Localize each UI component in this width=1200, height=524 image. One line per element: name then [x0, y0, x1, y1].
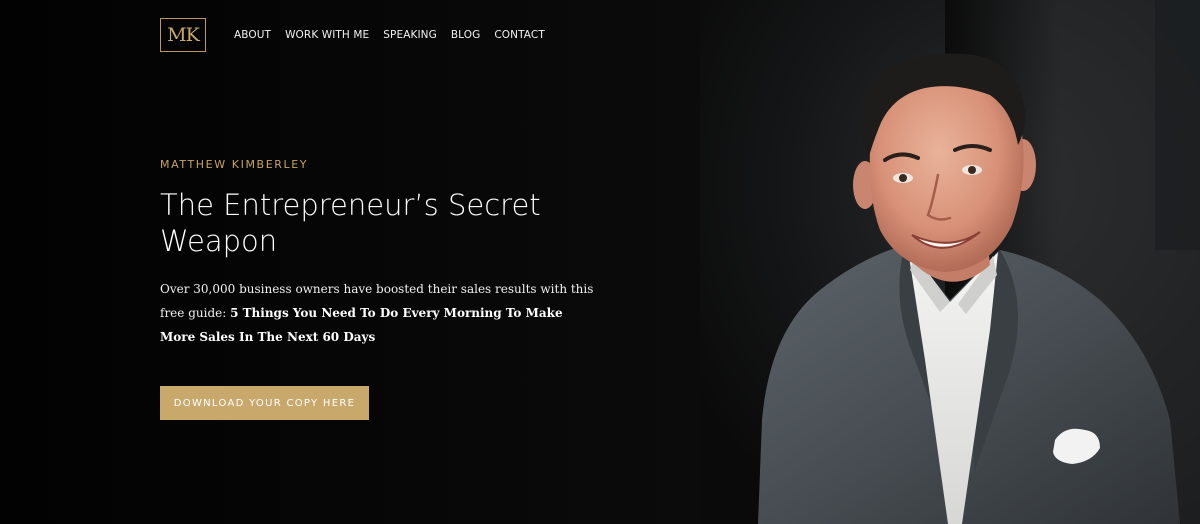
- hero-intro: Over 30,000 business owners have boosted…: [160, 277, 600, 349]
- hero-eyebrow: MATTHEW KIMBERLEY: [160, 158, 309, 171]
- portrait-photo: [700, 0, 1200, 524]
- nav-item-contact[interactable]: CONTACT: [494, 29, 545, 41]
- main-nav: ABOUT WORK WITH ME SPEAKING BLOG CONTACT: [234, 29, 545, 41]
- download-copy-button[interactable]: DOWNLOAD YOUR COPY HERE: [160, 386, 369, 420]
- nav-item-about[interactable]: ABOUT: [234, 29, 271, 41]
- nav-item-blog[interactable]: BLOG: [451, 29, 480, 41]
- nav-item-work-with-me[interactable]: WORK WITH ME: [285, 29, 369, 41]
- nav-item-speaking[interactable]: SPEAKING: [383, 29, 437, 41]
- logo[interactable]: MK: [160, 18, 206, 52]
- person-photo-icon: [700, 0, 1200, 524]
- hero-section: MK ABOUT WORK WITH ME SPEAKING BLOG CONT…: [0, 0, 1200, 524]
- hero-headline: The Entrepreneur’s Secret Weapon: [160, 188, 541, 258]
- logo-text: MK: [167, 23, 200, 46]
